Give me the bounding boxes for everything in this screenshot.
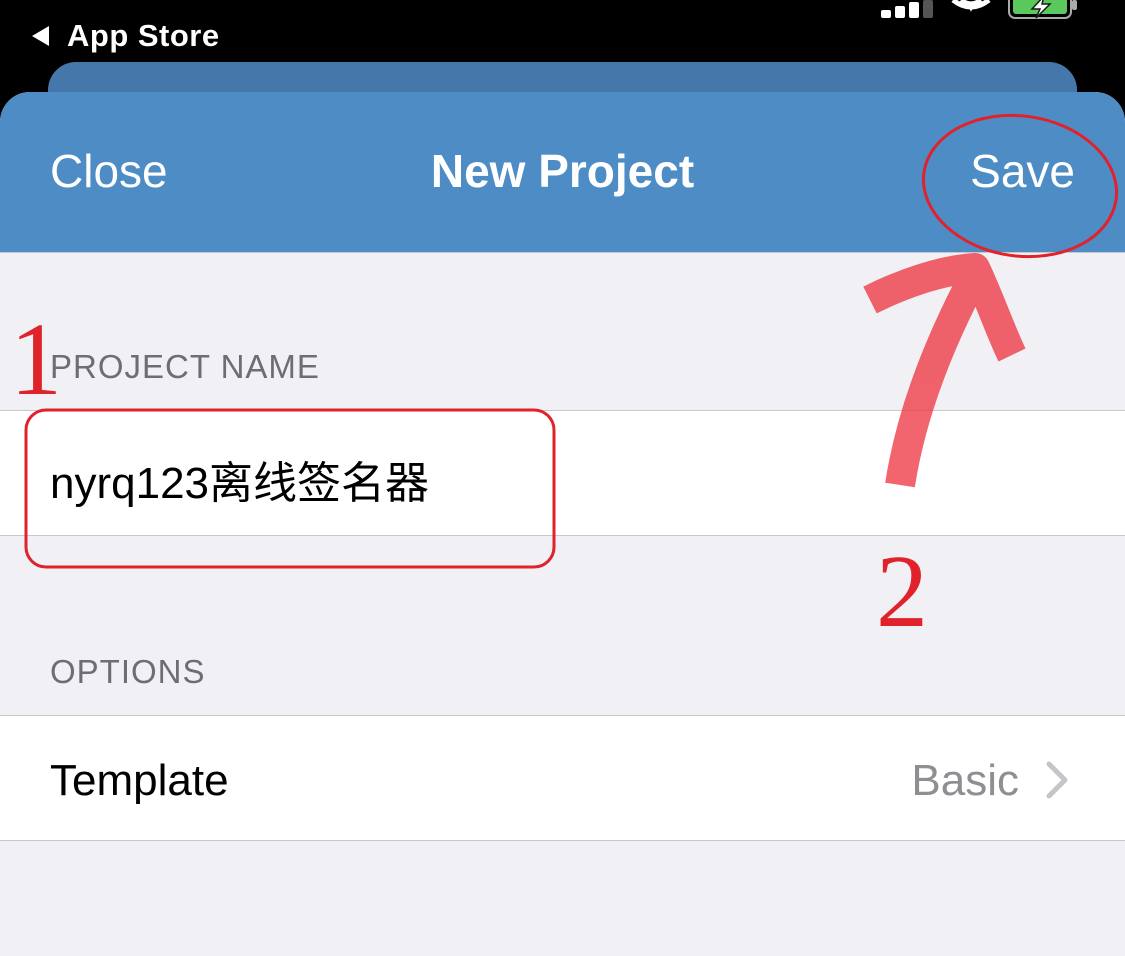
status-bar: App Store <box>0 0 1125 64</box>
cellular-signal-icon <box>881 0 937 18</box>
template-label: Template <box>50 756 229 805</box>
template-value: Basic <box>911 756 1019 805</box>
options-header: OPTIONS <box>50 653 206 690</box>
project-name-cell[interactable]: nyrq123离线签名器 <box>0 410 1125 536</box>
screen: App Store New Project Close Save PROJECT… <box>0 0 1125 956</box>
back-to-app-store-link[interactable]: App Store <box>32 14 220 58</box>
chevron-right-icon <box>1046 761 1068 799</box>
back-link-label: App Store <box>67 18 220 53</box>
save-button[interactable]: Save <box>970 144 1075 198</box>
wifi-icon <box>951 0 991 12</box>
page-title: New Project <box>430 145 695 197</box>
project-name-header: PROJECT NAME <box>50 348 320 385</box>
project-name-field[interactable]: nyrq123离线签名器 <box>50 447 429 511</box>
battery-charging-icon <box>1008 0 1077 19</box>
new-project-sheet: New Project Close Save PROJECT NAME nyrq… <box>0 92 1125 956</box>
template-row[interactable]: Template Basic <box>0 715 1125 841</box>
close-button[interactable]: Close <box>50 144 168 198</box>
back-triangle-icon <box>32 26 49 46</box>
navigation-bar: New Project Close Save <box>0 92 1125 253</box>
